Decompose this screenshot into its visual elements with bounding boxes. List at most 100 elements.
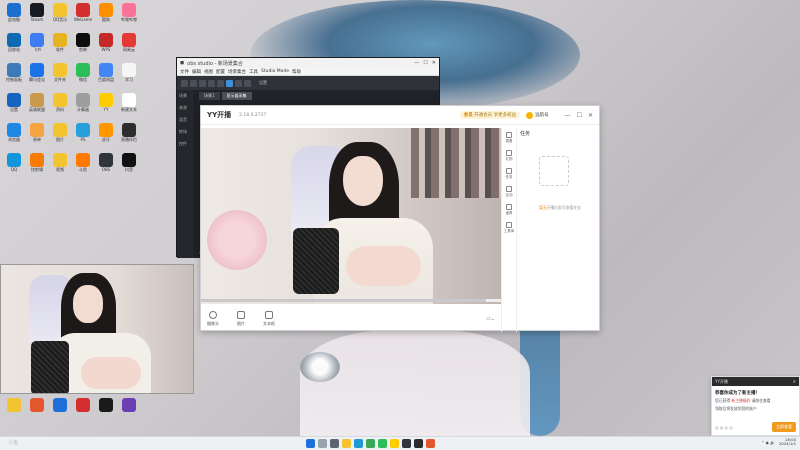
obs-tool-text-icon[interactable] [217,79,224,87]
desktop-icon[interactable]: 浏览器 [3,123,25,142]
desktop-icon[interactable]: 原神 [26,123,48,142]
obs-menu-edit[interactable]: 编辑 [192,69,201,75]
obs-menu-profile[interactable]: 配置 [216,69,225,75]
yy-username[interactable]: 远航号 [535,112,549,118]
obs-tool-move-icon[interactable] [190,79,197,87]
desktop-icon[interactable]: 文件夹 [49,63,71,82]
camera-preview-window[interactable] [0,264,194,394]
desktop-icon[interactable]: 斗鱼 [72,153,94,172]
desktop-icon[interactable]: OBS [95,153,117,172]
desktop-icon[interactable]: 直播伴侣 [118,123,140,142]
yy-titlebar[interactable]: YY开播 2.18.0.2737 会员 开通会员 享更多权益 远航号 — ☐ ✕ [201,106,599,125]
rail-item-task[interactable]: 任务 [506,168,513,180]
desktop-icon[interactable] [26,398,48,412]
desktop-icon[interactable]: 百度网盘 [95,63,117,82]
obs-taskbar-icon[interactable] [402,439,411,448]
rail-item-tools[interactable]: 工具库 [504,222,514,234]
obs-menu-studio-mode[interactable]: Studio Mode [261,69,289,74]
file-explorer-icon[interactable] [342,439,351,448]
obs-tab-display-capture[interactable]: 显示器采集 [221,92,252,100]
notification-view-button[interactable]: 立即查看 [772,422,796,432]
desktop-icon[interactable]: 图片 [49,123,71,142]
rail-item-gift[interactable]: 礼物 [506,150,513,162]
desktop-icon[interactable]: 新建文本 [118,93,140,112]
obs-tool-audio-icon[interactable] [235,79,242,87]
desktop-icon[interactable]: 网易云 [118,33,140,52]
obs-dock-sources[interactable]: 来源 [177,102,194,114]
rail-item-interact[interactable]: 互动 [506,186,513,198]
obs-tool-mic-icon[interactable] [244,79,251,87]
desktop-icon[interactable]: 此电脑 [3,3,25,22]
desktop-icon[interactable] [3,398,25,412]
obs-close-button[interactable]: ✕ [432,60,436,66]
obs-settings-button[interactable]: 设置 [259,80,267,86]
notification-popup[interactable]: YY开播 ✕ 恭喜你成为了新主播！ 您已获得 新主播福利 请前往查看 领取后将发… [711,376,800,436]
desktop-icon[interactable]: QQ音乐 [49,3,71,22]
desktop-icon[interactable]: 哔哩哔哩 [118,3,140,22]
desktop-icon[interactable]: 腾讯会议 [26,63,48,82]
app-taskbar-icon[interactable] [426,439,435,448]
notification-close-button[interactable]: ✕ [793,379,796,384]
obs-tool-select-icon[interactable] [181,79,188,87]
obs-maximize-button[interactable]: ☐ [423,60,427,66]
desktop-icon[interactable]: Steam [26,3,48,22]
desktop-icon[interactable]: 软件 [49,33,71,52]
desktop-icon[interactable]: 飞书 [26,33,48,52]
desktop-icon[interactable]: QQ [3,153,25,172]
yy-maximize-button[interactable]: ☐ [577,112,582,119]
desktop-icon[interactable]: 英雄联盟 [26,93,48,112]
obs-tab-scene[interactable]: 场景1 [199,92,220,100]
desktop-icon[interactable]: 资料 [49,93,71,112]
obs-menu-tools[interactable]: 工具 [249,69,258,75]
obs-titlebar[interactable]: ◼ obs studio - 新场景集合 — ☐ ✕ [177,58,439,68]
desktop-icon[interactable]: 回收站 [3,33,25,52]
windows-start-icon[interactable] [306,439,315,448]
rail-item-watch[interactable]: 观看 [506,132,513,144]
obs-dock-transitions[interactable]: 转场 [177,126,194,138]
desktop-icon[interactable]: 计算器 [72,93,94,112]
image-source-button[interactable]: 图片 [237,310,245,327]
search-icon[interactable] [318,439,327,448]
desktop-icon[interactable]: 快剪辑 [26,153,48,172]
obs-minimize-button[interactable]: — [414,60,419,66]
desktop-icon[interactable] [49,398,71,412]
edge-icon[interactable] [354,439,363,448]
desktop-icon[interactable]: YY [95,93,117,112]
obs-dock-scenes[interactable]: 场景 [177,90,194,102]
desktop-icon[interactable] [118,398,140,412]
desktop-icon[interactable]: 酷狗 [95,3,117,22]
obs-tool-pen-icon[interactable] [208,79,215,87]
yy-minimize-button[interactable]: — [565,112,571,119]
obs-menu-view[interactable]: 视图 [204,69,213,75]
obs-tool-record-icon[interactable] [226,79,233,87]
camera-taskbar-icon[interactable] [414,439,423,448]
desktop-icon[interactable]: 剪映 [72,33,94,52]
yy-live-window[interactable]: YY开播 2.18.0.2737 会员 开通会员 享更多权益 远航号 — ☐ ✕… [200,105,600,332]
desktop-icon[interactable] [72,398,94,412]
desktop-icon[interactable]: 视频 [49,153,71,172]
rail-item-props[interactable]: 道具 [506,204,513,216]
desktop-icon[interactable]: WeGame [72,3,94,22]
yy-close-button[interactable]: ✕ [588,112,593,119]
desktop-icon[interactable]: 抖音 [118,153,140,172]
obs-dock-controls[interactable]: 控件 [177,138,194,150]
obs-menu-help[interactable]: 帮助 [292,69,301,75]
camera-source-button[interactable]: 摄像头 [207,310,219,327]
desktop-icon[interactable]: 设置 [3,93,25,112]
taskbar-clock[interactable]: 18:00 2024/1/1 [779,437,796,446]
wechat-icon[interactable] [378,439,387,448]
chrome-icon[interactable] [366,439,375,448]
task-view-icon[interactable] [330,439,339,448]
desktop-icon[interactable]: 控制面板 [3,63,25,82]
tray-icons[interactable]: ⌃ ◉ 🔊 [761,440,775,445]
yy-live-preview[interactable] [201,128,501,304]
text-source-button[interactable]: 文本框 [263,310,275,327]
obs-menu-scene-collection[interactable]: 场景集合 [228,69,246,75]
desktop-icon[interactable]: 微信 [72,63,94,82]
desktop-icon[interactable] [95,398,117,412]
yy-taskbar-icon[interactable] [390,439,399,448]
obs-menu-file[interactable]: 文件 [180,69,189,75]
desktop-icon[interactable]: WPS [95,33,117,52]
screen-layout-dropdown[interactable]: ▭⌄ [486,316,495,322]
user-avatar[interactable] [526,111,534,119]
